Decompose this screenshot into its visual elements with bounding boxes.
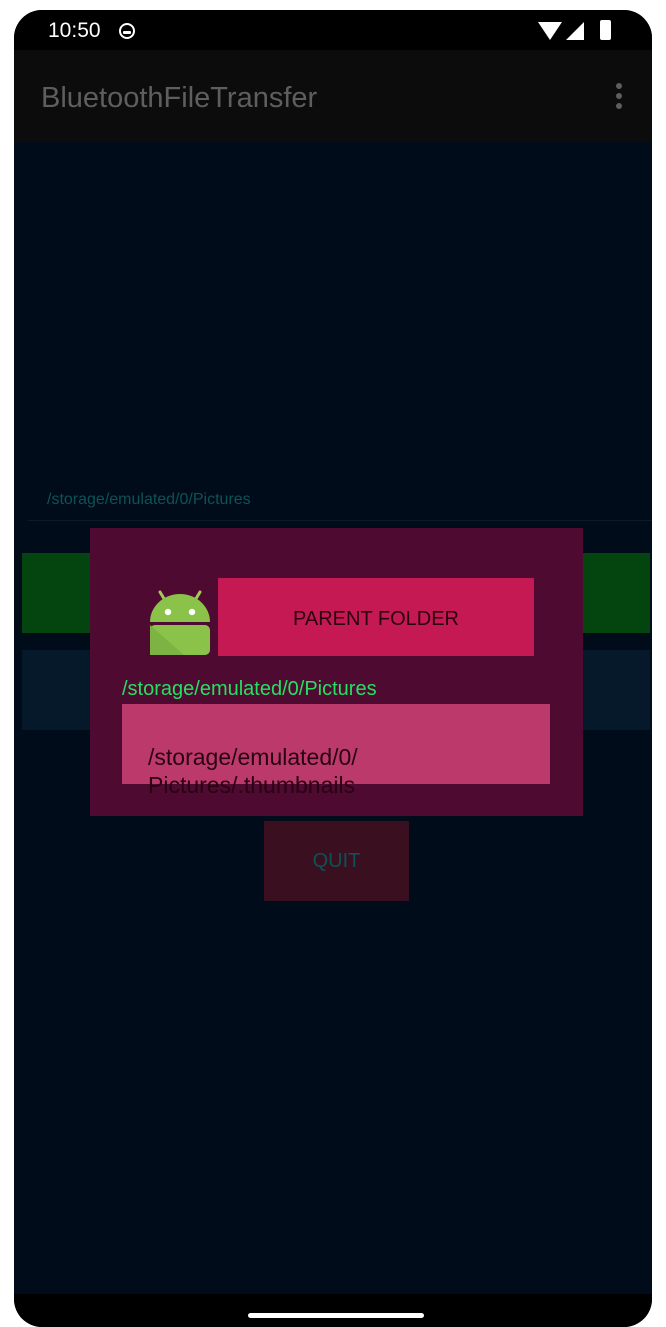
folder-picker-dialog: PARENT FOLDER /storage/emulated/0/Pictur…	[90, 528, 583, 816]
status-time: 10:50	[48, 19, 101, 42]
parent-folder-button[interactable]: PARENT FOLDER	[218, 578, 534, 656]
overflow-menu-icon[interactable]	[615, 83, 623, 113]
app-toolbar: BluetoothFileTransfer	[14, 50, 652, 142]
background-current-path: /storage/emulated/0/Pictures	[47, 491, 251, 508]
cellular-icon	[566, 22, 584, 40]
home-gesture-handle[interactable]	[248, 1313, 424, 1318]
app-title: BluetoothFileTransfer	[41, 82, 318, 114]
background-divider	[28, 520, 652, 521]
status-bar: 10:50	[14, 10, 652, 50]
folder-list-item[interactable]: /storage/emulated/0/ Pictures/.thumbnail…	[122, 704, 550, 798]
battery-icon	[600, 20, 611, 40]
phone-screen: 10:50 BluetoothFileTransfer /storage/emu…	[14, 10, 652, 1327]
wifi-icon	[538, 22, 562, 40]
notification-icon	[119, 23, 135, 39]
folder-list-item-label: /storage/emulated/0/ Pictures/.thumbnail…	[148, 744, 358, 798]
navigation-bar	[14, 1294, 652, 1327]
android-icon	[150, 590, 210, 655]
quit-button[interactable]: QUIT	[264, 821, 409, 901]
dialog-current-path: /storage/emulated/0/Pictures	[122, 678, 377, 700]
